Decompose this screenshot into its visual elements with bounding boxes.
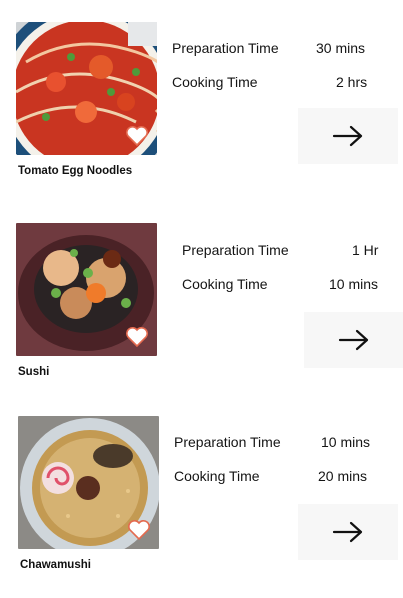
recipe-image[interactable] <box>18 416 159 549</box>
recipe-title: Tomato Egg Noodles <box>18 165 133 177</box>
recipe-card[interactable]: Sushi Preparation Time 1 Hr Cooking Time… <box>0 200 403 400</box>
cook-time-label: Cooking Time <box>172 74 258 90</box>
prep-time-label: Preparation Time <box>182 242 289 258</box>
arrow-right-icon <box>338 329 369 351</box>
cook-time-label: Cooking Time <box>182 276 268 292</box>
prep-time-value: 10 mins <box>321 434 371 450</box>
prep-time-value: 1 Hr <box>352 242 379 258</box>
open-recipe-button[interactable] <box>304 312 403 368</box>
cook-time-value: 10 mins <box>329 276 379 292</box>
heart-icon[interactable] <box>127 519 151 541</box>
prep-time-label: Preparation Time <box>174 434 281 450</box>
heart-icon[interactable] <box>125 326 149 348</box>
open-recipe-button[interactable] <box>298 504 398 560</box>
recipe-title: Chawamushi <box>20 559 91 571</box>
arrow-right-icon <box>332 125 363 147</box>
cook-time-value: 20 mins <box>318 468 368 484</box>
prep-time-label: Preparation Time <box>172 40 279 56</box>
prep-time-value: 30 mins <box>316 40 366 56</box>
recipe-title: Sushi <box>18 366 50 378</box>
recipe-image[interactable] <box>16 223 157 356</box>
recipe-card[interactable]: Tomato Egg Noodles Preparation Time 30 m… <box>0 0 403 200</box>
arrow-right-icon <box>332 521 363 543</box>
heart-icon[interactable] <box>125 125 149 147</box>
cook-time-value: 2 hrs <box>336 74 368 90</box>
open-recipe-button[interactable] <box>298 108 398 164</box>
recipe-image[interactable] <box>16 22 157 155</box>
recipe-card[interactable]: Chawamushi Preparation Time 10 mins Cook… <box>0 400 403 598</box>
cook-time-label: Cooking Time <box>174 468 260 484</box>
